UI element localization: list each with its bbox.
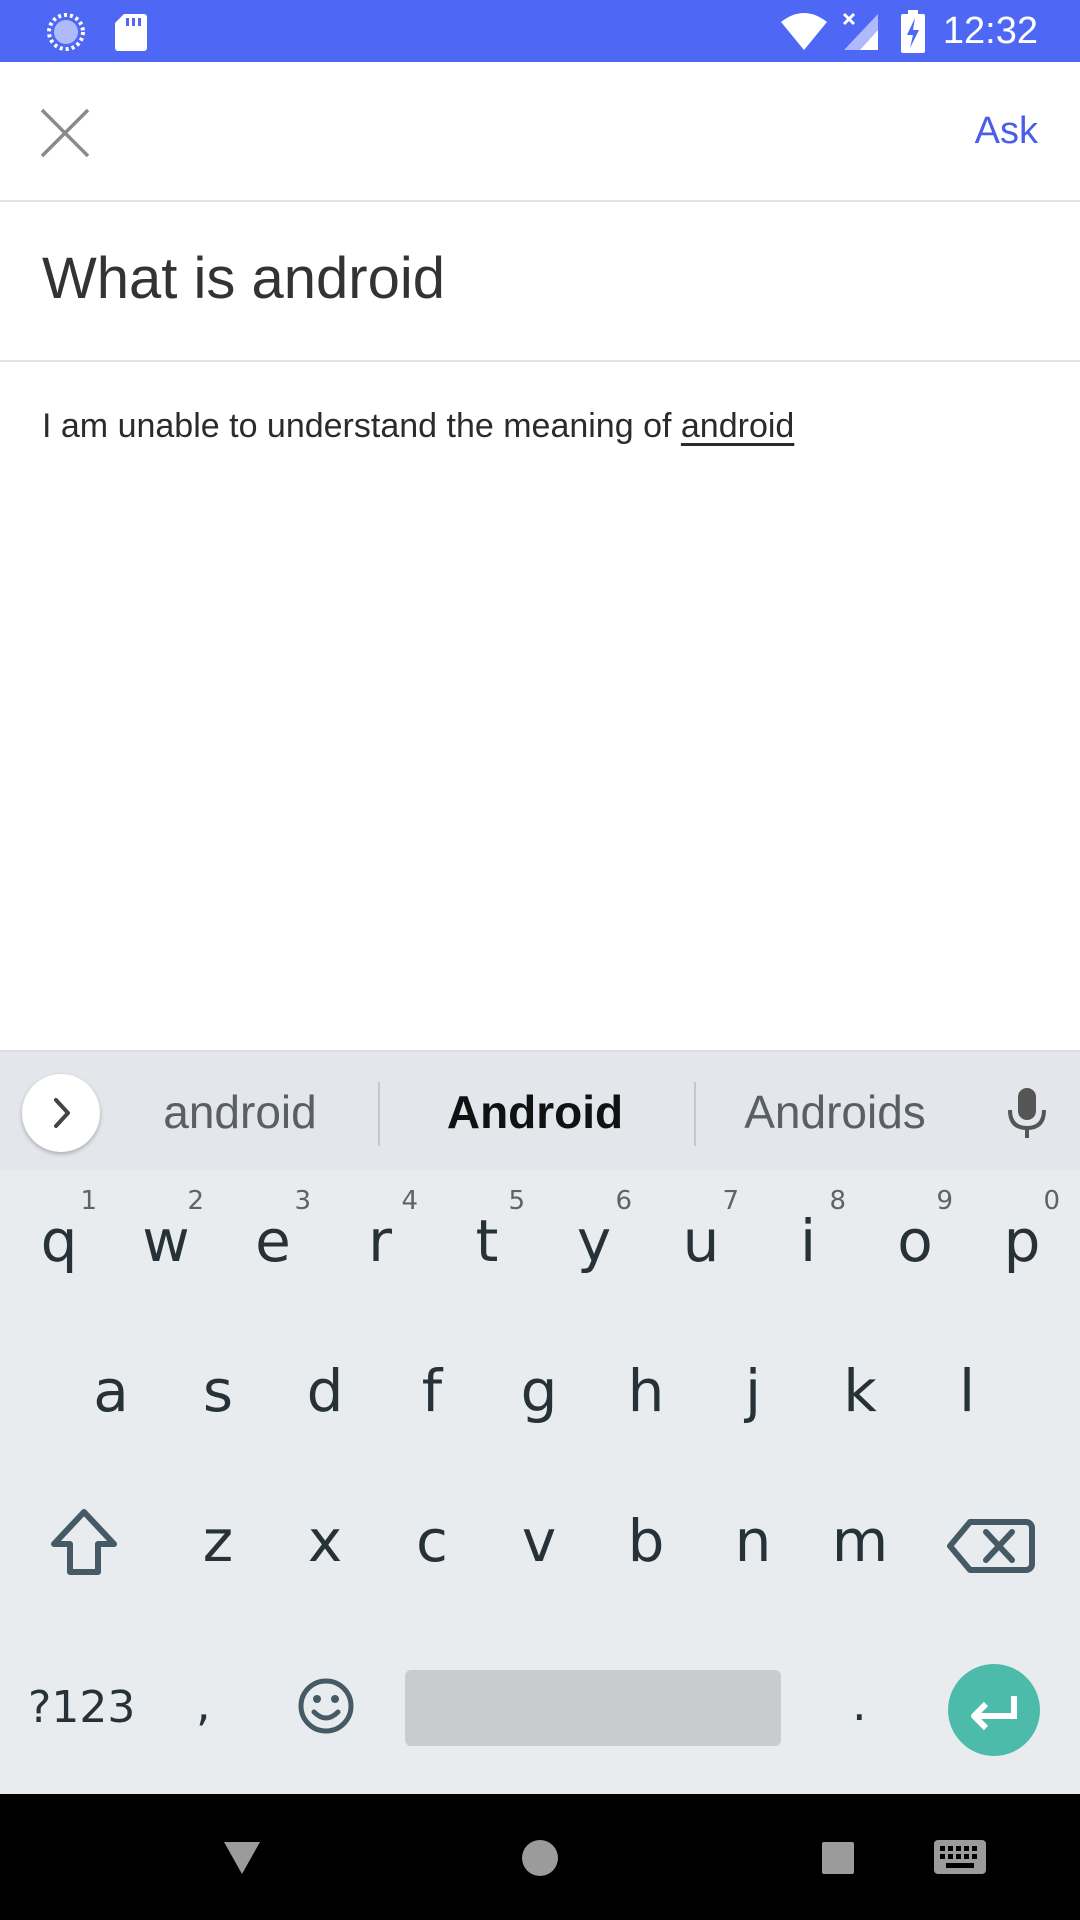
key-hint: 0 <box>1043 1186 1060 1216</box>
key-v[interactable]: v <box>491 1476 587 1606</box>
key-r[interactable]: r4 <box>332 1176 428 1306</box>
answer-text: I am unable to understand the meaning of… <box>42 402 794 450</box>
key-hint: 1 <box>80 1186 97 1216</box>
key-hint: 9 <box>936 1186 953 1216</box>
key-a[interactable]: a <box>63 1326 159 1456</box>
key-d[interactable]: d <box>277 1326 373 1456</box>
shift-key[interactable] <box>24 1486 144 1606</box>
ask-button[interactable]: Ask <box>975 106 1038 156</box>
emoji-key[interactable] <box>288 1668 364 1744</box>
navigation-bar <box>0 1794 1080 1920</box>
suggestion-2[interactable]: Android <box>420 1084 650 1140</box>
key-hint: 5 <box>508 1186 525 1216</box>
key-label: y <box>576 1207 612 1275</box>
key-label: w <box>142 1207 190 1275</box>
recents-square-icon[interactable] <box>818 1838 858 1878</box>
key-p[interactable]: p0 <box>974 1176 1070 1306</box>
close-icon[interactable] <box>38 106 92 160</box>
key-hint: 4 <box>401 1186 418 1216</box>
key-b[interactable]: b <box>598 1476 694 1606</box>
key-hint: 8 <box>829 1186 846 1216</box>
key-j[interactable]: j <box>705 1326 801 1456</box>
enter-arrow-icon <box>971 1696 1017 1731</box>
key-label: q <box>40 1207 78 1275</box>
period-key[interactable]: . <box>852 1656 867 1752</box>
spacebar[interactable] <box>405 1670 781 1746</box>
app-bar: Ask <box>0 62 1080 202</box>
microphone-icon[interactable] <box>1002 1086 1052 1140</box>
key-m[interactable]: m <box>812 1476 908 1606</box>
key-x[interactable]: x <box>277 1476 373 1606</box>
key-label: i <box>799 1207 817 1275</box>
key-hint: 6 <box>615 1186 632 1216</box>
key-label: t <box>475 1207 499 1275</box>
emoji-icon <box>298 1678 354 1734</box>
battery-charging-icon <box>901 10 925 53</box>
key-g[interactable]: g <box>491 1326 587 1456</box>
key-l[interactable]: l <box>919 1326 1015 1456</box>
clock: 12:32 <box>942 10 1038 52</box>
key-f[interactable]: f <box>384 1326 480 1456</box>
suggestion-bar: android Android Androids <box>0 1052 1080 1170</box>
key-q[interactable]: q1 <box>11 1176 107 1306</box>
key-z[interactable]: z <box>170 1476 266 1606</box>
key-label: p <box>1003 1207 1041 1275</box>
key-s[interactable]: s <box>170 1326 266 1456</box>
key-label: u <box>682 1207 720 1275</box>
question-title: What is android <box>42 246 445 311</box>
question-header: What is android <box>0 202 1080 362</box>
suggestion-3[interactable]: Androids <box>720 1084 950 1140</box>
key-label: o <box>897 1207 933 1275</box>
key-label: r <box>368 1207 392 1275</box>
key-hint: 3 <box>294 1186 311 1216</box>
key-hint: 7 <box>722 1186 739 1216</box>
key-i[interactable]: i8 <box>760 1176 856 1306</box>
suggestion-divider <box>378 1082 380 1146</box>
home-circle-icon[interactable] <box>518 1836 562 1880</box>
status-bar: 12:32 <box>0 0 1080 62</box>
key-hint: 2 <box>187 1186 204 1216</box>
comma-key[interactable]: , <box>196 1656 211 1752</box>
suggestion-divider <box>694 1082 696 1146</box>
answer-body: I am unable to understand the meaning of <box>42 407 681 445</box>
keyboard: android Android Androids q1 w2 e3 r4 t5 … <box>0 1050 1080 1796</box>
key-n[interactable]: n <box>705 1476 801 1606</box>
wifi-icon <box>781 13 827 50</box>
symbols-key[interactable]: ?123 <box>28 1664 135 1752</box>
keyboard-switch-icon[interactable] <box>932 1838 988 1878</box>
suggestion-1[interactable]: android <box>140 1084 340 1140</box>
key-u[interactable]: u7 <box>653 1176 749 1306</box>
key-h[interactable]: h <box>598 1326 694 1456</box>
chevron-right-icon <box>54 1098 70 1128</box>
backspace-key[interactable] <box>936 1486 1056 1606</box>
backspace-icon <box>947 1519 1035 1573</box>
sd-card-icon <box>115 14 147 51</box>
key-label: e <box>255 1207 291 1275</box>
key-c[interactable]: c <box>384 1476 480 1606</box>
loading-circle-icon <box>47 13 85 51</box>
key-w[interactable]: w2 <box>118 1176 214 1306</box>
enter-key[interactable] <box>948 1664 1040 1756</box>
key-o[interactable]: o9 <box>867 1176 963 1306</box>
key-k[interactable]: k <box>812 1326 908 1456</box>
back-triangle-icon[interactable] <box>220 1838 264 1878</box>
answer-link[interactable]: android <box>681 407 794 445</box>
shift-icon <box>51 1509 117 1575</box>
key-t[interactable]: t5 <box>439 1176 535 1306</box>
key-e[interactable]: e3 <box>225 1176 321 1306</box>
expand-toolbar-button[interactable] <box>22 1074 100 1152</box>
signal-no-data-icon <box>842 12 878 50</box>
key-y[interactable]: y6 <box>546 1176 642 1306</box>
